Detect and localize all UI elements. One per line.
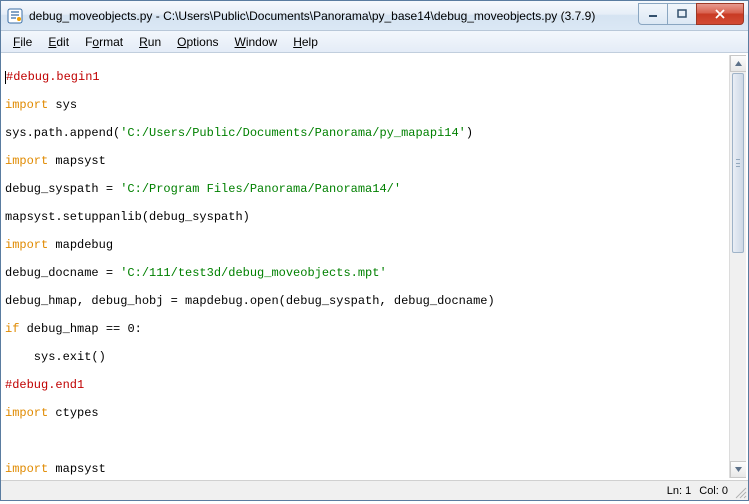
status-line: Ln: 1 bbox=[667, 485, 691, 497]
menu-help[interactable]: Help bbox=[285, 33, 326, 51]
menu-format[interactable]: Format bbox=[77, 33, 131, 51]
editor-area: #debug.begin1 import sys sys.path.append… bbox=[1, 53, 748, 480]
idle-window: debug_moveobjects.py - C:\Users\Public\D… bbox=[0, 0, 749, 501]
titlebar[interactable]: debug_moveobjects.py - C:\Users\Public\D… bbox=[1, 1, 748, 31]
close-button[interactable] bbox=[696, 3, 744, 25]
code-line: #debug.begin1 bbox=[6, 70, 100, 84]
resize-grip[interactable] bbox=[733, 485, 747, 499]
vertical-scrollbar[interactable] bbox=[729, 55, 746, 478]
status-col: Col: 0 bbox=[699, 485, 728, 497]
statusbar: Ln: 1 Col: 0 bbox=[1, 480, 748, 500]
window-title: debug_moveobjects.py - C:\Users\Public\D… bbox=[29, 9, 639, 23]
menu-edit[interactable]: Edit bbox=[40, 33, 77, 51]
menu-options[interactable]: Options bbox=[169, 33, 226, 51]
menu-file[interactable]: File bbox=[5, 33, 40, 51]
app-icon bbox=[7, 8, 23, 24]
scroll-up-button[interactable] bbox=[730, 55, 747, 72]
window-controls bbox=[639, 3, 744, 25]
menubar: File Edit Format Run Options Window Help bbox=[1, 31, 748, 53]
menu-run[interactable]: Run bbox=[131, 33, 169, 51]
scroll-thumb[interactable] bbox=[732, 73, 744, 253]
menu-window[interactable]: Window bbox=[227, 33, 286, 51]
scroll-down-button[interactable] bbox=[730, 461, 747, 478]
minimize-button[interactable] bbox=[638, 3, 668, 25]
maximize-button[interactable] bbox=[667, 3, 697, 25]
code-editor[interactable]: #debug.begin1 import sys sys.path.append… bbox=[3, 55, 729, 478]
